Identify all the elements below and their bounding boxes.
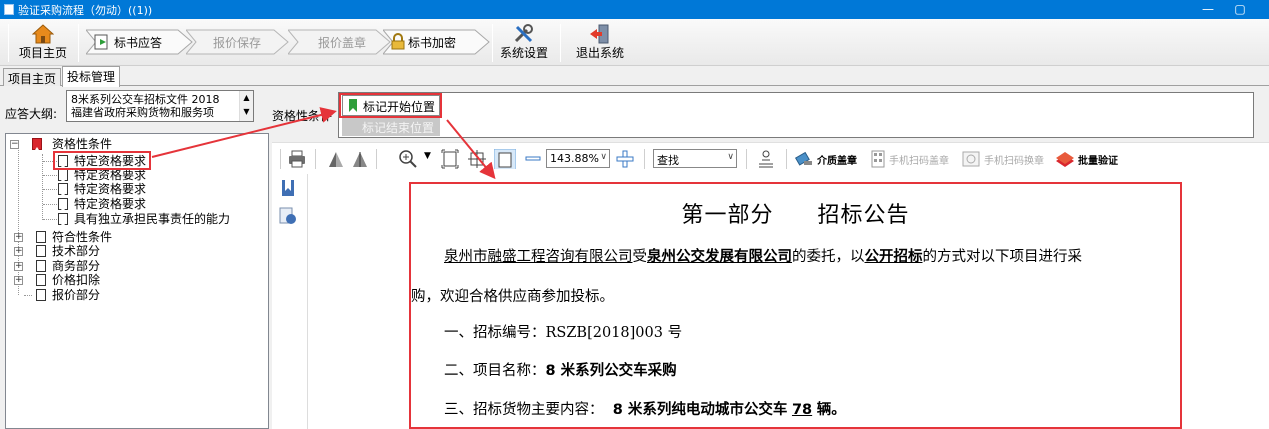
arrow-to-document: [446, 119, 496, 180]
annotation-arrows: [151, 107, 496, 180]
arrow-to-mark-button: [151, 107, 337, 158]
